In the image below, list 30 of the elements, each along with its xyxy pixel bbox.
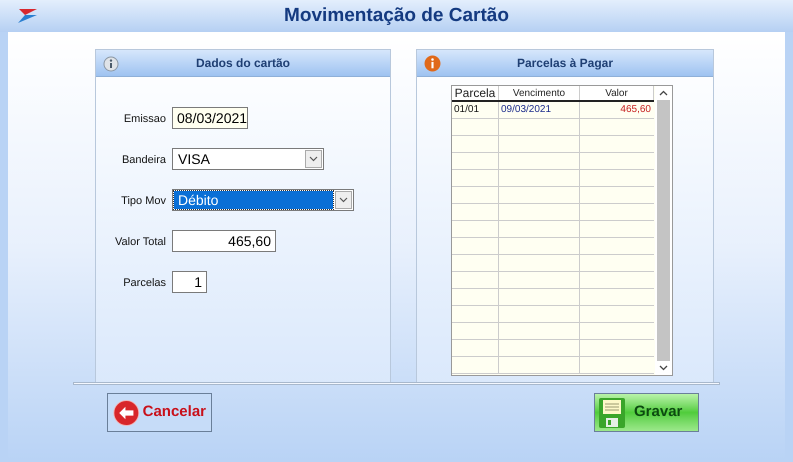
window-title: Movimentação de Cartão (284, 4, 509, 28)
field-label: Valor Total (114, 235, 166, 250)
scrollbar[interactable] (655, 86, 672, 375)
table-cell: 01/01 (452, 102, 499, 118)
column-header: Parcela (452, 86, 499, 100)
installments-field[interactable]: 1 (172, 271, 207, 293)
column-header: Vencimento (499, 86, 580, 100)
panel-title: Dados do cartão (196, 55, 290, 72)
dropdown-field[interactable]: VISA (172, 148, 324, 170)
save-button[interactable]: Gravar (594, 393, 699, 432)
field-label: Emissao (122, 112, 166, 127)
column-header: Valor (580, 86, 654, 100)
chevron-down-icon[interactable] (305, 150, 322, 168)
cancel-button[interactable]: Cancelar (107, 393, 212, 432)
table-cell-text: 465,60 (619, 103, 652, 117)
table-cell: 09/03/2021 (499, 102, 580, 118)
chevron-down-icon[interactable] (335, 191, 352, 209)
scroll-up-icon[interactable] (659, 90, 668, 96)
scroll-thumb[interactable] (657, 100, 670, 361)
scroll-down-icon[interactable] (659, 365, 668, 371)
field-label: Parcelas (122, 276, 166, 291)
date-field[interactable]: 08/03/2021 (172, 107, 248, 129)
info-icon (103, 56, 119, 72)
amount-field[interactable]: 465,60 (172, 230, 276, 252)
field-label: Tipo Mov (120, 194, 166, 209)
logo-icon (17, 8, 39, 24)
dropdown-field[interactable]: Débito (172, 189, 354, 211)
panel-title: Parcelas à Pagar (516, 55, 614, 72)
field-label: Bandeira (120, 153, 166, 168)
info-icon (424, 55, 441, 72)
